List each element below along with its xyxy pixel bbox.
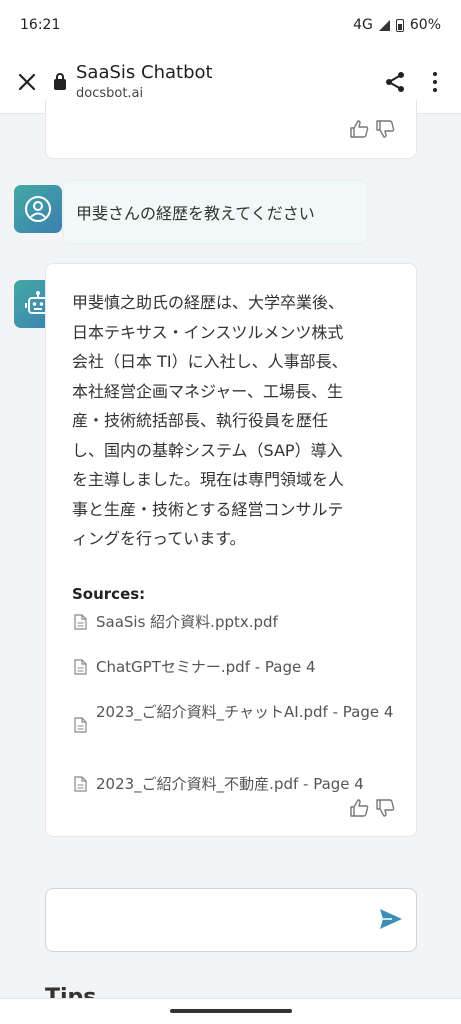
close-icon <box>18 73 36 90</box>
document-icon <box>74 717 87 733</box>
gesture-bar <box>0 998 461 1024</box>
status-bar: 16:21 4G 60% <box>0 0 461 50</box>
answer-line: 会社（日本 TI）に入社し、人事部長、 <box>72 352 348 371</box>
source-name: 2023_ご紹介資料_チャットAI.pdf - Page 4 <box>96 703 394 721</box>
send-button[interactable] <box>378 907 404 935</box>
chat-input[interactable] <box>45 888 417 952</box>
lock-icon <box>54 72 66 90</box>
more-options-button[interactable] <box>415 50 455 114</box>
page-info[interactable]: SaaSis Chatbot docsbot.ai <box>76 62 375 101</box>
more-vert-icon <box>433 71 437 92</box>
status-indicators: 4G 60% <box>353 17 441 33</box>
answer-line: を主導しました。現在は専門領域を人 <box>72 470 345 489</box>
source-link[interactable]: 2023_ご紹介資料_チャットAI.pdf - Page 4 <box>74 699 399 733</box>
tips-heading: Tips <box>45 986 96 998</box>
document-icon <box>74 659 87 675</box>
answer-feedback <box>350 799 396 817</box>
answer-line: ィングを行っています。 <box>72 529 246 548</box>
home-indicator[interactable] <box>170 1009 292 1013</box>
thumbs-up-icon[interactable] <box>350 120 370 138</box>
thumbs-up-icon[interactable] <box>350 799 370 817</box>
network-label: 4G <box>353 17 373 33</box>
send-icon <box>380 909 402 929</box>
source-name: 2023_ご紹介資料_不動産.pdf - Page 4 <box>96 775 364 793</box>
user-avatar-icon <box>25 196 51 222</box>
source-name: ChatGPTセミナー.pdf - Page 4 <box>96 658 316 676</box>
battery-percent: 60% <box>409 17 441 33</box>
source-link[interactable]: ChatGPTセミナー.pdf - Page 4 <box>74 654 399 680</box>
sources-label: Sources: <box>72 585 146 603</box>
source-name: SaaSis 紹介資料.pptx.pdf <box>96 613 278 631</box>
source-link[interactable]: 2023_ご紹介資料_不動産.pdf - Page 4 <box>74 771 399 797</box>
answer-line: 産・技術統括部長、執行役員を歴任 <box>72 411 329 430</box>
document-icon <box>74 614 87 630</box>
bot-answer-text: 甲斐慎之助氏の経歴は、大学卒業後、 日本テキサス・インスツルメンツ株式 会社（日… <box>72 288 402 554</box>
thumbs-down-icon[interactable] <box>376 120 396 138</box>
status-time: 16:21 <box>20 17 61 33</box>
answer-line: 本社経営企画マネジャー、工場長、生 <box>72 381 344 401</box>
share-icon <box>386 71 404 92</box>
thumbs-down-icon[interactable] <box>376 799 396 817</box>
user-avatar <box>14 185 62 233</box>
user-message: 甲斐さんの経歴を教えてください <box>63 180 367 244</box>
page-title: SaaSis Chatbot <box>76 62 213 83</box>
page-url: docsbot.ai <box>76 86 144 101</box>
document-icon <box>74 776 87 792</box>
answer-line: 日本テキサス・インスツルメンツ株式 <box>72 322 344 342</box>
battery-icon <box>395 18 404 32</box>
source-link[interactable]: SaaSis 紹介資料.pptx.pdf <box>74 609 399 635</box>
answer-line: し、国内の基幹システム（SAP）導入 <box>72 440 343 460</box>
answer-line: 甲斐慎之助氏の経歴は、大学卒業後、 <box>72 293 345 312</box>
answer-line: 事と生産・技術とする経営コンサルテ <box>72 499 344 519</box>
previous-feedback <box>350 120 396 138</box>
signal-icon <box>378 19 390 31</box>
